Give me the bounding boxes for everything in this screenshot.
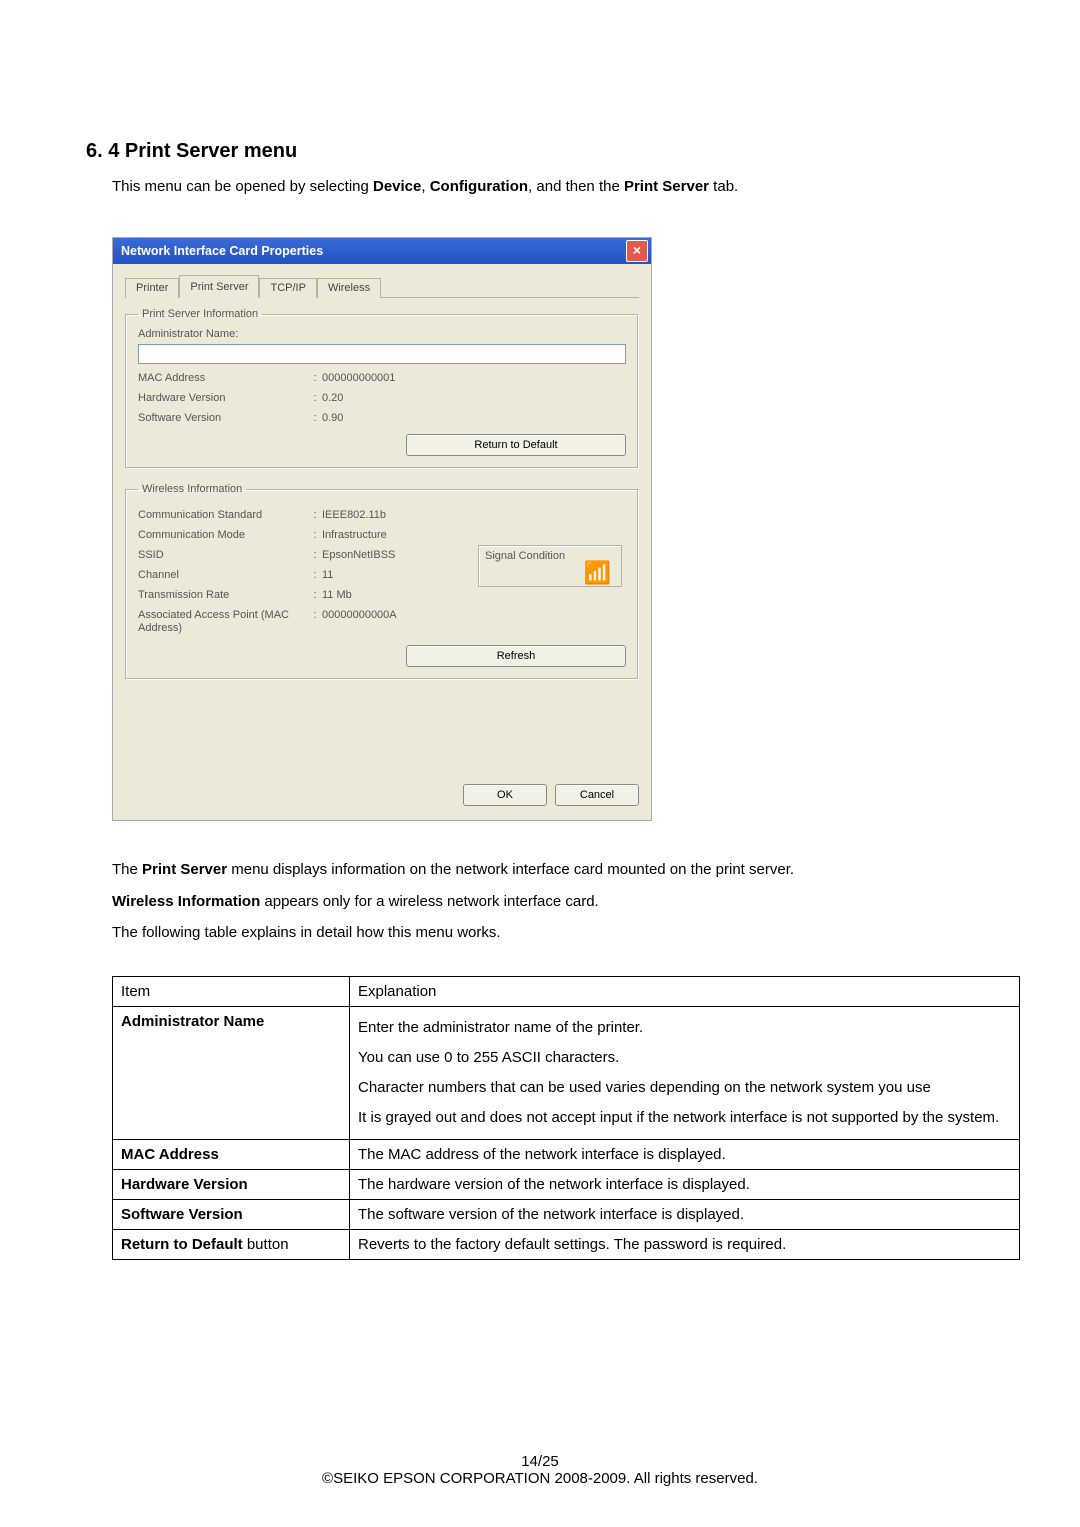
kv-colon: : <box>308 569 322 581</box>
tab-printer[interactable]: Printer <box>125 278 179 298</box>
refresh-button[interactable]: Refresh <box>406 645 626 667</box>
explanation-table: Item Explanation Administrator Name Ente… <box>112 976 1020 1260</box>
signal-condition-box: Signal Condition 📶 <box>478 545 622 587</box>
page-number: 14/25 <box>0 1453 1080 1470</box>
kv-colon: : <box>308 549 322 561</box>
tab-tcpip[interactable]: TCP/IP <box>259 278 316 298</box>
transmission-rate-label: Transmission Rate <box>138 589 308 601</box>
associated-ap-label: Associated Access Point (MAC Address) <box>138 609 308 635</box>
description-block: The Print Server menu displays informati… <box>112 857 1020 946</box>
associated-ap-value: 00000000000A <box>322 609 626 621</box>
software-version-label: Software Version <box>138 412 308 424</box>
table-row: Return to Default button Reverts to the … <box>113 1229 1020 1259</box>
p1-a: The <box>112 861 142 878</box>
comm-standard-label: Communication Standard <box>138 509 308 521</box>
expl-line: Character numbers that can be used varie… <box>358 1079 931 1096</box>
row-item: Hardware Version <box>113 1169 350 1199</box>
tab-print-server[interactable]: Print Server <box>179 275 259 298</box>
table-row: Administrator Name Enter the administrat… <box>113 1006 1020 1139</box>
intro-suffix: tab. <box>709 178 738 195</box>
channel-label: Channel <box>138 569 308 581</box>
print-server-info-group: Print Server Information Administrator N… <box>125 308 639 469</box>
row-explanation: Enter the administrator name of the prin… <box>350 1006 1020 1139</box>
row-item: Software Version <box>113 1199 350 1229</box>
header-explanation: Explanation <box>350 976 1020 1006</box>
comm-mode-label: Communication Mode <box>138 529 308 541</box>
admin-name-input[interactable] <box>138 344 626 364</box>
intro-bold-config: Configuration <box>430 178 528 195</box>
row-item-bold: Software Version <box>121 1206 243 1223</box>
description-p3: The following table explains in detail h… <box>112 920 1020 946</box>
properties-dialog: Network Interface Card Properties × Prin… <box>112 237 652 821</box>
comm-mode-value: Infrastructure <box>322 529 626 541</box>
tab-bar: Printer Print Server TCP/IP Wireless <box>125 274 639 298</box>
expl-line: It is grayed out and does not accept inp… <box>358 1109 999 1126</box>
dialog-title: Network Interface Card Properties <box>121 244 323 258</box>
ok-button[interactable]: OK <box>463 784 547 806</box>
row-item: Return to Default button <box>113 1229 350 1259</box>
mac-address-label: MAC Address <box>138 372 308 384</box>
description-p2: Wireless Information appears only for a … <box>112 889 1020 915</box>
wireless-info-legend: Wireless Information <box>138 483 246 495</box>
cancel-button[interactable]: Cancel <box>555 784 639 806</box>
kv-colon: : <box>308 412 322 424</box>
hardware-version-label: Hardware Version <box>138 392 308 404</box>
intro-text: This menu can be opened by selecting <box>112 178 373 195</box>
intro-paragraph: This menu can be opened by selecting Dev… <box>112 178 1020 195</box>
kv-colon: : <box>308 609 322 621</box>
row-explanation: The MAC address of the network interface… <box>350 1139 1020 1169</box>
row-explanation: Reverts to the factory default settings.… <box>350 1229 1020 1259</box>
row-item: MAC Address <box>113 1139 350 1169</box>
print-server-info-legend: Print Server Information <box>138 308 262 320</box>
intro-bold-device: Device <box>373 178 421 195</box>
table-row: MAC Address The MAC address of the netwo… <box>113 1139 1020 1169</box>
row-item-bold: Hardware Version <box>121 1176 248 1193</box>
section-heading: 6. 4 Print Server menu <box>86 140 1020 163</box>
dialog-titlebar: Network Interface Card Properties × <box>113 238 651 264</box>
tab-wireless[interactable]: Wireless <box>317 278 381 298</box>
copyright: ©SEIKO EPSON CORPORATION 2008-2009. All … <box>0 1470 1080 1487</box>
mac-address-value: 000000000001 <box>322 372 626 384</box>
row-item-bold: Return to Default <box>121 1236 243 1253</box>
wireless-info-group: Wireless Information Communication Stand… <box>125 483 639 680</box>
ssid-label: SSID <box>138 549 308 561</box>
p2-rest: appears only for a wireless network inte… <box>260 893 599 910</box>
intro-bold-printserver: Print Server <box>624 178 709 195</box>
kv-colon: : <box>308 392 322 404</box>
p2-bold: Wireless Information <box>112 893 260 910</box>
p1-c: menu displays information on the network… <box>227 861 794 878</box>
intro-sep1: , <box>421 178 429 195</box>
expl-line: You can use 0 to 255 ASCII characters. <box>358 1049 619 1066</box>
kv-colon: : <box>308 372 322 384</box>
table-row: Software Version The software version of… <box>113 1199 1020 1229</box>
expl-line: Enter the administrator name of the prin… <box>358 1019 643 1036</box>
comm-standard-value: IEEE802.11b <box>322 509 626 521</box>
row-item: Administrator Name <box>113 1006 350 1139</box>
row-explanation: The hardware version of the network inte… <box>350 1169 1020 1199</box>
kv-colon: : <box>308 529 322 541</box>
admin-name-label: Administrator Name: <box>138 328 626 340</box>
hardware-version-value: 0.20 <box>322 392 626 404</box>
kv-colon: : <box>308 589 322 601</box>
transmission-rate-value: 11 Mb <box>322 589 626 601</box>
header-item: Item <box>113 976 350 1006</box>
row-item-bold: MAC Address <box>121 1146 219 1163</box>
kv-colon: : <box>308 509 322 521</box>
row-item-rest: button <box>243 1236 289 1253</box>
close-icon[interactable]: × <box>626 240 648 262</box>
row-explanation: The software version of the network inte… <box>350 1199 1020 1229</box>
description-p1: The Print Server menu displays informati… <box>112 857 1020 883</box>
intro-mid: , and then the <box>528 178 624 195</box>
row-item-bold: Administrator Name <box>121 1013 264 1030</box>
p1-bold: Print Server <box>142 861 227 878</box>
software-version-value: 0.90 <box>322 412 626 424</box>
table-header-row: Item Explanation <box>113 976 1020 1006</box>
signal-strength-icon: 📶 <box>584 562 611 584</box>
page-footer: 14/25 ©SEIKO EPSON CORPORATION 2008-2009… <box>0 1453 1080 1487</box>
return-to-default-button[interactable]: Return to Default <box>406 434 626 456</box>
table-row: Hardware Version The hardware version of… <box>113 1169 1020 1199</box>
